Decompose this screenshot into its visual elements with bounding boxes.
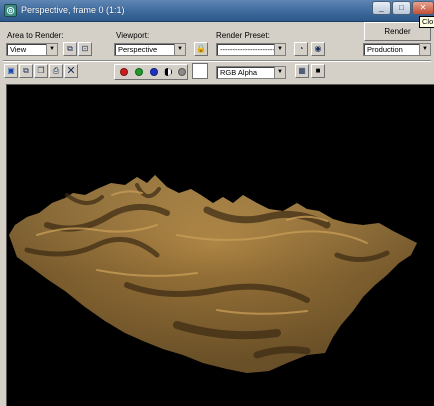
environment-icon[interactable]: ◉ — [311, 42, 325, 56]
render-preset-dropdown[interactable]: ------------------------ ▼ — [216, 43, 286, 56]
app-icon: ◎ — [4, 4, 17, 17]
clone-window-icon[interactable]: ❐ — [34, 64, 48, 78]
title-bar: ◎ Perspective, frame 0 (1:1) _ □ ✕ — [0, 0, 434, 22]
save-image-icon[interactable]: ▣ — [4, 64, 18, 78]
copy-image-icon[interactable]: ⧉ — [19, 64, 33, 78]
viewport-dropdown[interactable]: Perspective ▼ — [114, 43, 186, 56]
area-to-render-label: Area to Render: — [7, 31, 64, 40]
close-button[interactable]: ✕ — [412, 1, 434, 15]
chevron-down-icon: ▼ — [419, 44, 430, 55]
chevron-down-icon: ▼ — [174, 44, 185, 55]
maximize-button[interactable]: □ — [392, 1, 411, 15]
edit-region-icon[interactable]: ⧉ — [63, 42, 77, 56]
production-dropdown[interactable]: Production ▼ — [363, 43, 431, 56]
color-swatch[interactable] — [192, 63, 208, 79]
area-to-render-dropdown[interactable]: View ▼ — [6, 43, 58, 56]
red-channel-icon[interactable] — [120, 68, 128, 76]
render-preset-label: Render Preset: — [216, 31, 270, 40]
display-channel-dropdown[interactable]: RGB Alpha ▼ — [216, 66, 286, 79]
production-value: Production — [367, 45, 403, 54]
chevron-down-icon: ▼ — [274, 67, 285, 78]
viewport-label: Viewport: — [116, 31, 150, 40]
render-viewport[interactable] — [6, 84, 434, 406]
chevron-down-icon: ▼ — [274, 44, 285, 55]
render-setup-icon[interactable]: ◔ — [294, 42, 308, 56]
chevron-down-icon: ▼ — [46, 44, 57, 55]
lock-icon[interactable]: 🔒 — [194, 42, 208, 56]
clear-icon[interactable]: ✕ — [64, 64, 78, 78]
alpha-channel-icon[interactable] — [164, 68, 172, 76]
green-channel-icon[interactable] — [135, 68, 143, 76]
area-to-render-value: View — [10, 45, 27, 54]
blue-channel-icon[interactable] — [150, 68, 158, 76]
display-toggle-icon[interactable]: ▦ — [295, 64, 309, 78]
display-channel-value: RGB Alpha — [220, 68, 258, 77]
rendered-terrain — [9, 175, 417, 373]
render-preset-value: ------------------------ — [220, 45, 280, 54]
print-icon[interactable]: ⎙ — [49, 64, 63, 78]
minimize-button[interactable]: _ — [372, 1, 391, 15]
black-background-icon[interactable]: ■ — [311, 64, 325, 78]
toolbar-divider — [3, 60, 431, 62]
viewport-value: Perspective — [118, 45, 158, 54]
auto-region-icon[interactable]: ⊡ — [78, 42, 92, 56]
window-title: Perspective, frame 0 (1:1) — [21, 5, 125, 15]
close-tooltip: Clo — [419, 16, 434, 28]
monochrome-icon[interactable] — [178, 68, 186, 76]
